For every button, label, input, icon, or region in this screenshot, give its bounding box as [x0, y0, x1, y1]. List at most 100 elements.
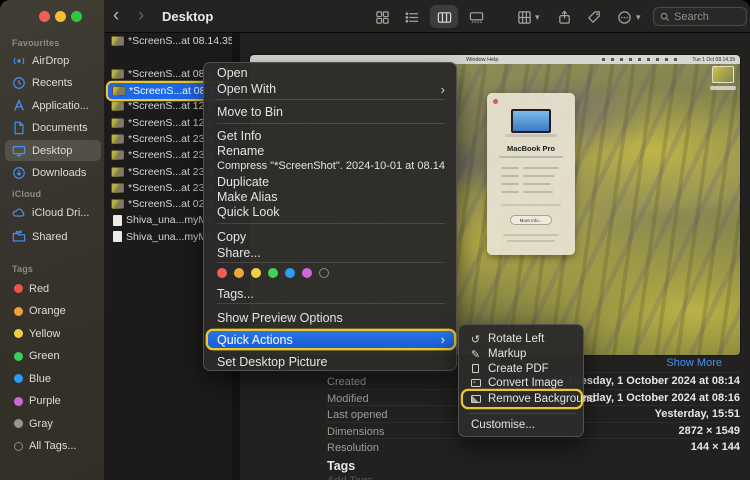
sidebar-item-airdrop[interactable]: AirDrop [5, 50, 101, 71]
close-button[interactable] [39, 11, 50, 22]
group-by-icon [517, 10, 532, 25]
submenu-item-convert-image[interactable]: Convert Image [463, 376, 581, 391]
gallery-view-button[interactable] [465, 7, 487, 27]
file-name: *ScreenS...at 12.5 [128, 117, 213, 129]
red-tag-dot[interactable] [217, 268, 227, 278]
menu-item-open-with[interactable]: Open With› [208, 81, 454, 97]
menu-item-make-alias[interactable]: Make Alias [208, 189, 454, 205]
macbook-base [505, 134, 557, 137]
share-icon [557, 10, 572, 25]
file-row[interactable]: *ScreenS...at 08.14.35 [105, 33, 232, 49]
search-field[interactable]: Search [653, 7, 747, 26]
purple-tag-dot[interactable] [302, 268, 312, 278]
preview-menubar-status-icons [602, 58, 682, 61]
menu-item-duplicate[interactable]: Duplicate [208, 174, 454, 190]
image-thumbnail-icon [111, 36, 124, 46]
submenu-item-rotate-left[interactable]: ↺Rotate Left [463, 332, 581, 347]
menu-item-rename[interactable]: Rename [208, 143, 454, 159]
icloud-header: iCloud [12, 189, 41, 199]
sidebar-item-icloud-drive[interactable]: iCloud Dri... [5, 202, 101, 223]
submenu-item-customise[interactable]: Customise... [463, 418, 581, 433]
sidebar-tag-yellow[interactable]: Yellow [5, 323, 101, 344]
favourites-header: Favourites [12, 38, 60, 48]
sidebar-item-label: Yellow [29, 328, 60, 340]
sidebar-tag-gray[interactable]: Gray [5, 413, 101, 434]
menu-item-share[interactable]: Share... [208, 245, 454, 261]
sidebar-tag-green[interactable]: Green [5, 346, 101, 367]
image-thumbnail-icon [111, 118, 124, 128]
group-by-button[interactable] [513, 7, 535, 27]
all-tags-icon [14, 442, 23, 451]
yellow-tag-dot[interactable] [251, 268, 261, 278]
sidebar-item-label: Purple [29, 395, 61, 407]
tag-icon [587, 10, 602, 25]
submenu-item-markup[interactable]: ✎Markup [463, 347, 581, 362]
about-title: MacBook Pro [487, 144, 575, 153]
sidebar-tag-purple[interactable]: Purple [5, 391, 101, 412]
image-thumbnail-icon [111, 134, 124, 144]
share-button[interactable] [553, 7, 575, 27]
convert-image-icon [469, 379, 482, 387]
add-tags-field[interactable]: Add Tags... [327, 475, 382, 480]
about-close-icon [493, 99, 498, 104]
submenu-item-remove-background[interactable]: Remove Background [463, 391, 581, 407]
orange-tag-dot[interactable] [234, 268, 244, 278]
menu-separator [217, 262, 445, 263]
grid-view-button[interactable] [371, 7, 393, 27]
menu-separator [217, 303, 445, 304]
menu-item-show-preview-options[interactable]: Show Preview Options [208, 310, 454, 326]
sidebar-item-documents[interactable]: Documents [5, 118, 101, 139]
green-tag-dot[interactable] [268, 268, 278, 278]
sidebar-item-label: Blue [29, 373, 51, 385]
info-label-created: Created [327, 376, 366, 388]
show-more-link[interactable]: Show More [560, 357, 722, 369]
menu-item-compress[interactable]: Compress "*ScreenShot". 2024-10-01 at 08… [208, 158, 454, 174]
list-view-button[interactable] [401, 7, 423, 27]
applications-icon [12, 99, 26, 113]
sidebar-item-recents[interactable]: Recents [5, 73, 101, 94]
document-file-icon [113, 231, 122, 242]
group-by-chevron-icon: ▾ [535, 12, 540, 23]
submenu-item-create-pdf[interactable]: Create PDF [463, 362, 581, 377]
menu-item-set-desktop-picture[interactable]: Set Desktop Picture [208, 354, 454, 370]
red-tag-icon [14, 284, 23, 293]
more-actions-button[interactable] [613, 7, 635, 27]
menu-item-quick-look[interactable]: Quick Look [208, 204, 454, 220]
grid-view-icon [375, 10, 390, 25]
sidebar-item-applications[interactable]: Applicatio... [5, 95, 101, 116]
preview-desktop-file-icon [712, 66, 734, 83]
menu-item-tags[interactable]: Tags... [208, 286, 454, 302]
minimize-button[interactable] [55, 11, 66, 22]
menu-item-get-info[interactable]: Get Info [208, 128, 454, 144]
cloud-icon [12, 206, 26, 220]
sidebar-item-desktop[interactable]: Desktop [5, 140, 101, 161]
menu-item-open[interactable]: Open [208, 65, 454, 81]
menu-item-copy[interactable]: Copy [208, 229, 454, 245]
sidebar-tag-blue[interactable]: Blue [5, 368, 101, 389]
no-tag-dot[interactable] [319, 268, 329, 278]
menu-item-quick-actions[interactable]: Quick Actions› [208, 331, 454, 348]
sidebar-item-downloads[interactable]: Downloads [5, 163, 101, 184]
forward-button[interactable]: › [138, 3, 144, 29]
sidebar-item-shared[interactable]: Shared [5, 226, 101, 247]
file-name: *ScreenS...at 23.4 [128, 182, 213, 194]
sidebar-item-label: AirDrop [32, 55, 69, 67]
sidebar-tag-red[interactable]: Red [5, 278, 101, 299]
back-button[interactable]: ‹ [113, 3, 119, 29]
zoom-button[interactable] [71, 11, 82, 22]
purple-tag-icon [14, 397, 23, 406]
search-placeholder: Search [674, 11, 709, 23]
clock-icon [12, 76, 26, 90]
image-thumbnail-icon [111, 101, 124, 111]
blue-tag-icon [14, 374, 23, 383]
file-name: *ScreenS...at 02.3 [128, 198, 213, 210]
downloads-icon [12, 166, 26, 180]
sidebar-tag-orange[interactable]: Orange [5, 301, 101, 322]
column-view-button[interactable] [433, 7, 455, 27]
blue-tag-dot[interactable] [285, 268, 295, 278]
sidebar-all-tags[interactable]: All Tags... [5, 436, 101, 457]
tag-button[interactable] [583, 7, 605, 27]
macbook-image [511, 109, 551, 133]
menu-item-move-to-bin[interactable]: Move to Bin [208, 104, 454, 120]
about-this-mac-window: MacBook Pro More Info... [487, 93, 575, 255]
